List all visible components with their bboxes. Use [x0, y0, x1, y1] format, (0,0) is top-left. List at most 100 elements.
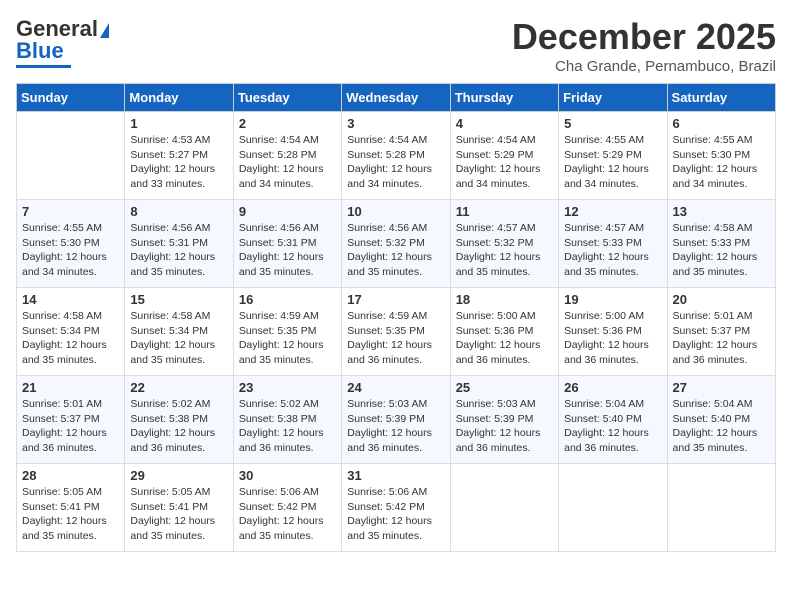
day-number: 25 [456, 380, 553, 395]
day-info: Sunrise: 4:57 AM Sunset: 5:33 PM Dayligh… [564, 221, 661, 280]
day-number: 5 [564, 116, 661, 131]
day-number: 3 [347, 116, 444, 131]
calendar-cell-w5-d4: 31Sunrise: 5:06 AM Sunset: 5:42 PM Dayli… [342, 464, 450, 552]
calendar-cell-w1-d5: 4 Sunrise: 4:54 AM Sunset: 5:29 PM Daylig… [450, 112, 558, 200]
calendar-cell-w1-d1 [17, 112, 125, 200]
day-number: 21 [22, 380, 119, 395]
day-info: Sunrise: 5:02 AM Sunset: 5:38 PM Dayligh… [239, 397, 336, 456]
day-number: 31 [347, 468, 444, 483]
calendar-cell-w1-d2: 1Sunrise: 4:53 AM Sunset: 5:27 PM Daylig… [125, 112, 233, 200]
day-number: 22 [130, 380, 227, 395]
calendar-cell-w4-d4: 24 Sunrise: 5:03 AM Sunset: 5:39 PM Dayli… [342, 376, 450, 464]
day-number: 28 [22, 468, 119, 483]
calendar-cell-w4-d6: 26 Sunrise: 5:04 AM Sunset: 5:40 PM Dayli… [559, 376, 667, 464]
calendar-cell-w3-d3: 16 Sunrise: 4:59 AM Sunset: 5:35 PM Dayli… [233, 288, 341, 376]
day-info: Sunrise: 4:58 AM Sunset: 5:34 PM Dayligh… [22, 309, 119, 368]
day-number: 23 [239, 380, 336, 395]
day-number: 13 [673, 204, 770, 219]
calendar-cell-w4-d3: 23 Sunrise: 5:02 AM Sunset: 5:38 PM Dayli… [233, 376, 341, 464]
day-info: Sunrise: 4:56 AM Sunset: 5:31 PM Dayligh… [239, 221, 336, 280]
day-number: 30 [239, 468, 336, 483]
calendar-cell-w2-d2: 8 Sunrise: 4:56 AM Sunset: 5:31 PM Daylig… [125, 200, 233, 288]
calendar-cell-w2-d1: 7Sunrise: 4:55 AM Sunset: 5:30 PM Daylig… [17, 200, 125, 288]
day-number: 18 [456, 292, 553, 307]
day-info: Sunrise: 4:55 AM Sunset: 5:29 PM Dayligh… [564, 133, 661, 192]
day-number: 26 [564, 380, 661, 395]
calendar-cell-w2-d7: 13 Sunrise: 4:58 AM Sunset: 5:33 PM Dayli… [667, 200, 775, 288]
calendar-cell-w5-d7 [667, 464, 775, 552]
calendar-cell-w4-d5: 25 Sunrise: 5:03 AM Sunset: 5:39 PM Dayli… [450, 376, 558, 464]
day-info: Sunrise: 4:58 AM Sunset: 5:34 PM Dayligh… [130, 309, 227, 368]
calendar-cell-w2-d5: 11Sunrise: 4:57 AM Sunset: 5:32 PM Dayli… [450, 200, 558, 288]
calendar-cell-w3-d6: 19 Sunrise: 5:00 AM Sunset: 5:36 PM Dayli… [559, 288, 667, 376]
col-friday: Friday [559, 84, 667, 112]
day-number: 17 [347, 292, 444, 307]
calendar-week-4: 21Sunrise: 5:01 AM Sunset: 5:37 PM Dayli… [17, 376, 776, 464]
day-info: Sunrise: 5:00 AM Sunset: 5:36 PM Dayligh… [564, 309, 661, 368]
day-info: Sunrise: 4:54 AM Sunset: 5:28 PM Dayligh… [239, 133, 336, 192]
logo-triangle-icon [100, 23, 109, 38]
day-number: 2 [239, 116, 336, 131]
calendar-cell-w4-d7: 27 Sunrise: 5:04 AM Sunset: 5:40 PM Dayli… [667, 376, 775, 464]
day-number: 15 [130, 292, 227, 307]
calendar-cell-w1-d6: 5 Sunrise: 4:55 AM Sunset: 5:29 PM Daylig… [559, 112, 667, 200]
calendar-cell-w1-d4: 3 Sunrise: 4:54 AM Sunset: 5:28 PM Daylig… [342, 112, 450, 200]
day-info: Sunrise: 4:54 AM Sunset: 5:29 PM Dayligh… [456, 133, 553, 192]
day-number: 20 [673, 292, 770, 307]
day-info: Sunrise: 4:58 AM Sunset: 5:33 PM Dayligh… [673, 221, 770, 280]
calendar-cell-w2-d4: 10Sunrise: 4:56 AM Sunset: 5:32 PM Dayli… [342, 200, 450, 288]
col-saturday: Saturday [667, 84, 775, 112]
day-number: 29 [130, 468, 227, 483]
subtitle: Cha Grande, Pernambuco, Brazil [512, 58, 776, 75]
day-info: Sunrise: 4:54 AM Sunset: 5:28 PM Dayligh… [347, 133, 444, 192]
day-number: 9 [239, 204, 336, 219]
calendar-cell-w4-d1: 21Sunrise: 5:01 AM Sunset: 5:37 PM Dayli… [17, 376, 125, 464]
day-number: 4 [456, 116, 553, 131]
day-info: Sunrise: 5:03 AM Sunset: 5:39 PM Dayligh… [347, 397, 444, 456]
day-info: Sunrise: 4:56 AM Sunset: 5:31 PM Dayligh… [130, 221, 227, 280]
calendar-cell-w1-d3: 2 Sunrise: 4:54 AM Sunset: 5:28 PM Daylig… [233, 112, 341, 200]
day-info: Sunrise: 4:59 AM Sunset: 5:35 PM Dayligh… [239, 309, 336, 368]
day-info: Sunrise: 4:59 AM Sunset: 5:35 PM Dayligh… [347, 309, 444, 368]
day-number: 1 [130, 116, 227, 131]
calendar-cell-w3-d2: 15 Sunrise: 4:58 AM Sunset: 5:34 PM Dayli… [125, 288, 233, 376]
col-sunday: Sunday [17, 84, 125, 112]
calendar-cell-w3-d1: 14Sunrise: 4:58 AM Sunset: 5:34 PM Dayli… [17, 288, 125, 376]
calendar-header-row: Sunday Monday Tuesday Wednesday Thursday… [17, 84, 776, 112]
day-number: 8 [130, 204, 227, 219]
day-info: Sunrise: 5:05 AM Sunset: 5:41 PM Dayligh… [22, 485, 119, 544]
col-thursday: Thursday [450, 84, 558, 112]
calendar-cell-w5-d1: 28 Sunrise: 5:05 AM Sunset: 5:41 PM Dayli… [17, 464, 125, 552]
col-wednesday: Wednesday [342, 84, 450, 112]
calendar-cell-w2-d3: 9 Sunrise: 4:56 AM Sunset: 5:31 PM Daylig… [233, 200, 341, 288]
day-number: 16 [239, 292, 336, 307]
day-number: 27 [673, 380, 770, 395]
calendar-week-1: 1Sunrise: 4:53 AM Sunset: 5:27 PM Daylig… [17, 112, 776, 200]
logo: General Blue [16, 16, 109, 68]
calendar-cell-w5-d5 [450, 464, 558, 552]
day-number: 12 [564, 204, 661, 219]
day-number: 6 [673, 116, 770, 131]
day-number: 19 [564, 292, 661, 307]
day-info: Sunrise: 4:57 AM Sunset: 5:32 PM Dayligh… [456, 221, 553, 280]
day-info: Sunrise: 5:02 AM Sunset: 5:38 PM Dayligh… [130, 397, 227, 456]
day-info: Sunrise: 4:56 AM Sunset: 5:32 PM Dayligh… [347, 221, 444, 280]
calendar-cell-w5-d2: 29 Sunrise: 5:05 AM Sunset: 5:41 PM Dayli… [125, 464, 233, 552]
calendar-cell-w5-d6 [559, 464, 667, 552]
col-monday: Monday [125, 84, 233, 112]
calendar-cell-w3-d4: 17 Sunrise: 4:59 AM Sunset: 5:35 PM Dayli… [342, 288, 450, 376]
day-info: Sunrise: 5:04 AM Sunset: 5:40 PM Dayligh… [564, 397, 661, 456]
logo-underline [16, 65, 71, 68]
title-block: December 2025 Cha Grande, Pernambuco, Br… [512, 16, 776, 75]
logo-blue: Blue [16, 38, 64, 64]
day-info: Sunrise: 5:00 AM Sunset: 5:36 PM Dayligh… [456, 309, 553, 368]
calendar-cell-w2-d6: 12 Sunrise: 4:57 AM Sunset: 5:33 PM Dayli… [559, 200, 667, 288]
day-info: Sunrise: 5:05 AM Sunset: 5:41 PM Dayligh… [130, 485, 227, 544]
day-number: 24 [347, 380, 444, 395]
calendar-table: Sunday Monday Tuesday Wednesday Thursday… [16, 83, 776, 552]
page-header: General Blue December 2025 Cha Grande, P… [16, 16, 776, 75]
day-info: Sunrise: 5:04 AM Sunset: 5:40 PM Dayligh… [673, 397, 770, 456]
calendar-week-2: 7Sunrise: 4:55 AM Sunset: 5:30 PM Daylig… [17, 200, 776, 288]
day-info: Sunrise: 5:03 AM Sunset: 5:39 PM Dayligh… [456, 397, 553, 456]
day-number: 7 [22, 204, 119, 219]
